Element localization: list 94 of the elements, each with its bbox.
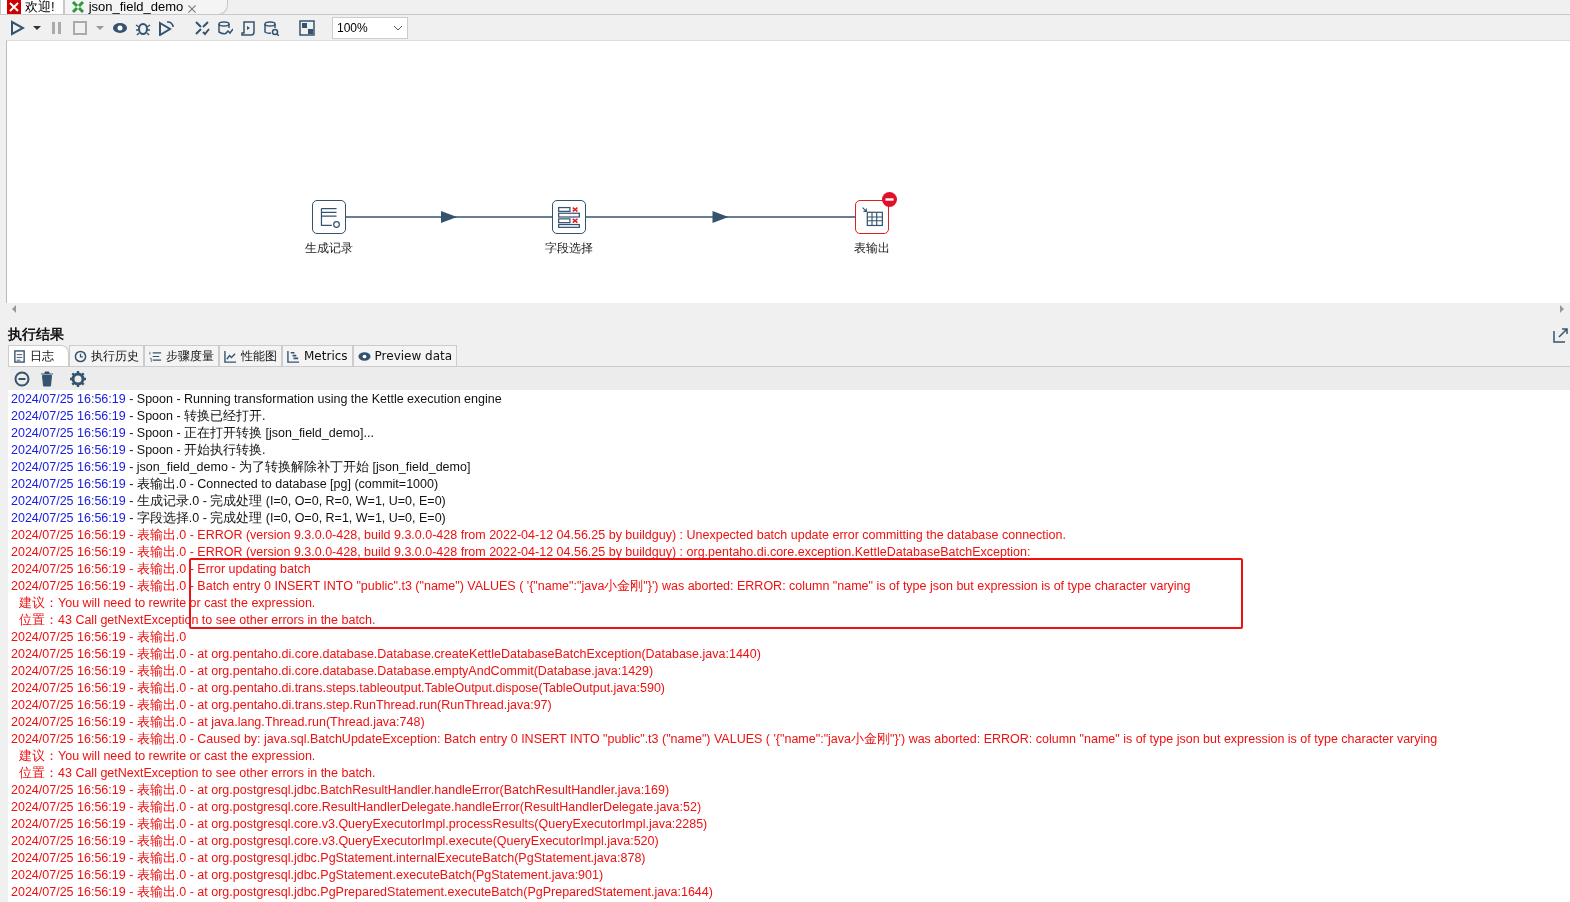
database-search-icon[interactable] — [263, 19, 279, 36]
eye-icon — [357, 349, 371, 363]
editor-tab[interactable]: json_field_demo — [63, 0, 229, 14]
step-icon[interactable] — [855, 200, 889, 234]
hop-arrow[interactable] — [586, 210, 855, 224]
result-tab[interactable]: 日志 — [8, 345, 69, 366]
log-timestamp: 2024/07/25 16:56:19 — [11, 817, 126, 831]
log-message: - 表输出.0 - at org.postgresql.core.v3.QueryExecutorImpl.execute(QueryExecutorImpl.java:520) — [128, 834, 659, 848]
clipboard-icon — [13, 349, 26, 363]
result-tab[interactable]: Preview data — [352, 345, 458, 366]
log-timestamp: 2024/07/25 16:56:19 — [11, 494, 126, 508]
log-message: - 生成记录.0 - 完成处理 (I=0, O=0, R=0, W=1, U=0, E=0) — [128, 494, 446, 508]
log-timestamp: 2024/07/25 16:56:19 — [11, 851, 126, 865]
clock-icon — [74, 349, 87, 363]
log-message: - 表输出.0 - Error updating batch — [128, 562, 311, 576]
log-timestamp: 2024/07/25 16:56:19 — [11, 732, 126, 746]
log-timestamp: 2024/07/25 16:56:19 — [11, 868, 126, 882]
log-message: - 字段选择.0 - 完成处理 (I=0, O=0, R=1, W=1, U=0, E=0) — [128, 511, 446, 525]
log-message: - 表输出.0 - at org.postgresql.core.ResultHandlerDelegate.handleError(ResultHandlerDelegate.java:52) — [128, 800, 702, 814]
log-timestamp: 2024/07/25 16:56:19 — [11, 800, 126, 814]
log-timestamp: 2024/07/25 16:56:19 — [11, 562, 126, 576]
panel-title: 执行结果 — [8, 326, 64, 344]
log-message: - Spoon - 转换已经打开. — [128, 409, 266, 423]
log-timestamp: 2024/07/25 16:56:19 — [11, 579, 126, 593]
log-message: 位置：43 Call getNextException to see other errors in the batch. — [18, 766, 376, 780]
log-message: - 表输出.0 - at java.lang.Thread.run(Thread.java:748) — [128, 715, 425, 729]
chevron-down-icon[interactable] — [393, 24, 403, 31]
script-icon[interactable] — [240, 19, 256, 36]
log-timestamp: 2024/07/25 16:56:19 — [11, 681, 126, 695]
log-message: - json_field_demo - 为了转换解除补丁开始 [json_field_demo] — [128, 460, 471, 474]
log-timestamp: 2024/07/25 16:56:19 — [11, 409, 126, 423]
log-message: - 表输出.0 - at org.pentaho.di.core.database.Database.emptyAndCommit(Database.java:1429) — [128, 664, 654, 678]
app-icon — [7, 0, 21, 14]
close-icon[interactable] — [187, 4, 198, 14]
log-message: - 表输出.0 - at org.postgresql.core.v3.QueryExecutorImpl.processResults(QueryExecutorImpl.java:2285) — [128, 817, 708, 831]
log-timestamp: 2024/07/25 16:56:19 — [11, 783, 126, 797]
log-message: - Spoon - Running transformation using the Kettle execution engine — [128, 392, 502, 406]
log-message: - 表输出.0 - at org.postgresql.jdbc.PgStatement.executeBatch(PgStatement.java:901) — [128, 868, 604, 882]
log-message: - 表输出.0 - at org.postgresql.jdbc.PgStatement.internalExecuteBatch(PgStatement.java:878) — [128, 851, 646, 865]
run-icon[interactable] — [9, 19, 25, 36]
log-message: - Spoon - 正在打开转换 [json_field_demo]... — [128, 426, 374, 440]
result-tab[interactable]: 性能图 — [219, 345, 282, 366]
log-timestamp: 2024/07/25 16:56:19 — [11, 426, 126, 440]
numbered-list-icon — [149, 349, 162, 363]
result-tab[interactable]: 步骤度量 — [144, 345, 219, 366]
sniff-icon[interactable] — [194, 19, 210, 36]
log-message: - 表输出.0 - ERROR (version 9.3.0.0-428, build 9.3.0.0-428 from 2022-04-12 04.56.25 by buildguy) : org.pentaho.di.core.exception.KettleDatabaseBatchException: — [128, 545, 1031, 559]
log-timestamp: 2024/07/25 16:56:19 — [11, 834, 126, 848]
step-label: 表输出 — [854, 240, 890, 257]
log-message: - 表输出.0 - at org.postgresql.jdbc.PgPreparedStatement.executeBatch(PgPreparedStatement.java:1644) — [128, 885, 713, 899]
result-tab[interactable]: 执行历史 — [69, 345, 144, 366]
editor-tab[interactable]: 欢迎! — [0, 0, 64, 14]
log-timestamp: 2024/07/25 16:56:19 — [11, 715, 126, 729]
replay-icon[interactable] — [158, 19, 174, 36]
log-message: - 表输出.0 - at org.pentaho.di.core.database.Database.createKettleDatabaseBatchException(Database.java:1440) — [128, 647, 761, 661]
log-message: - 表输出.0 - at org.pentaho.di.trans.step.RunThread.run(RunThread.java:97) — [128, 698, 552, 712]
log-timestamp: 2024/07/25 16:56:19 — [11, 885, 126, 899]
log-message: - 表输出.0 - Caused by: java.sql.BatchUpdateException: Batch entry 0 INSERT INTO "public".t3 ("name") VALUES ( '{"name":"java小金刚"}') was aborted: ERROR: column "name" is of type json but expression is of type character varying — [128, 732, 1438, 746]
log-timestamp: 2024/07/25 16:56:19 — [11, 630, 126, 644]
step-icon[interactable] — [552, 200, 586, 234]
step-label: 生成记录 — [305, 240, 353, 257]
log-timestamp: 2024/07/25 16:56:19 — [11, 664, 126, 678]
database-chart-icon[interactable] — [217, 19, 233, 36]
log-message: - 表输出.0 - ERROR (version 9.3.0.0-428, build 9.3.0.0-428 from 2022-04-12 04.56.25 by buildguy) : Unexpected batch update error committing the database connection. — [128, 528, 1066, 542]
log-timestamp: 2024/07/25 16:56:19 — [11, 443, 126, 457]
gantt-icon — [287, 349, 300, 363]
log-message: 建议：You will need to rewrite or cast the expression. — [18, 749, 316, 763]
settings-icon[interactable] — [70, 370, 86, 387]
error-icon — [882, 192, 897, 207]
step-icon[interactable] — [312, 200, 346, 234]
log-timestamp: 2024/07/25 16:56:19 — [11, 392, 126, 406]
line-chart-icon — [224, 349, 237, 363]
result-tab[interactable]: Metrics — [282, 345, 353, 366]
zoom-dropdown[interactable]: 100% — [332, 16, 408, 39]
log-timestamp: 2024/07/25 16:56:19 — [11, 545, 126, 559]
maximize-icon[interactable] — [1553, 327, 1568, 343]
log-message: - Spoon - 开始执行转换. — [128, 443, 266, 457]
log-message: - 表输出.0 — [128, 630, 187, 644]
layout-icon[interactable] — [299, 19, 315, 36]
log-timestamp: 2024/07/25 16:56:19 — [11, 698, 126, 712]
stop-icon[interactable] — [14, 370, 30, 387]
log-timestamp: 2024/07/25 16:56:19 — [11, 477, 126, 491]
log-timestamp: 2024/07/25 16:56:19 — [11, 647, 126, 661]
transformation-icon — [70, 0, 85, 14]
hop-arrow[interactable] — [346, 210, 552, 224]
log-message: - 表输出.0 - Connected to database [pg] (commit=1000) — [128, 477, 439, 491]
log-timestamp: 2024/07/25 16:56:19 — [11, 460, 126, 474]
log-message: - 表输出.0 - at org.pentaho.di.trans.steps.tableoutput.TableOutput.dispose(TableOutput.java:590) — [128, 681, 665, 695]
log-message: - 表输出.0 - Batch entry 0 INSERT INTO "public".t3 ("name") VALUES ( '{"name":"java小金刚"}') was aborted: ERROR: column "name" is of type json but expression is of type character varying — [128, 579, 1191, 593]
log-message: - 表输出.0 - at org.postgresql.jdbc.BatchResultHandler.handleError(BatchResultHandler.java:169) — [128, 783, 670, 797]
log-timestamp: 2024/07/25 16:56:19 — [11, 528, 126, 542]
log-timestamp: 2024/07/25 16:56:19 — [11, 511, 126, 525]
trash-icon[interactable] — [39, 370, 55, 387]
step-label: 字段选择 — [545, 240, 593, 257]
